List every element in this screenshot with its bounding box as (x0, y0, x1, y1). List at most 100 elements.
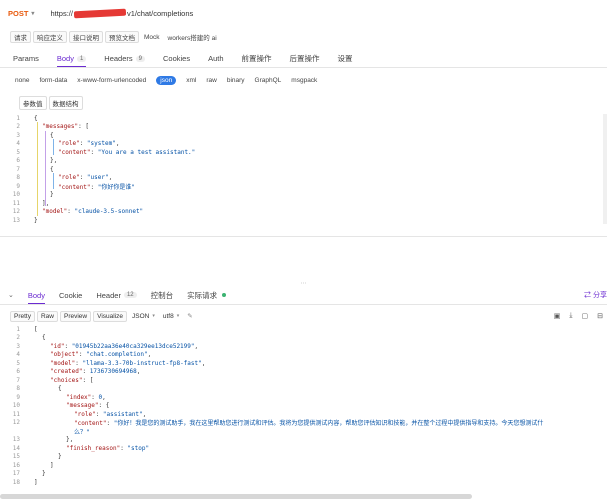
code-line: 8 "role": "user", (0, 174, 607, 182)
code-line: 17} (0, 470, 607, 478)
code-token: } (34, 216, 38, 224)
view-pretty[interactable]: Pretty (10, 310, 35, 322)
chip-preview-doc[interactable]: 预览文档 (105, 31, 139, 43)
line-number: 6 (16, 157, 20, 164)
tab-auth[interactable]: Auth (208, 50, 223, 67)
view-visualize[interactable]: Visualize (93, 310, 128, 322)
code-token: : (67, 208, 75, 215)
body-type-form-data[interactable]: form-data (39, 77, 67, 84)
param-value-button[interactable]: 参数值 (19, 96, 47, 110)
code-text: [ (34, 326, 38, 333)
body-type-msgpack[interactable]: msgpack (291, 77, 317, 84)
code-token: , (147, 351, 152, 358)
code-token: "role" (58, 174, 80, 181)
code-token: "created" (50, 368, 83, 375)
line-number: 1 (16, 114, 20, 122)
code-token: "content" (58, 183, 91, 191)
chip-api-doc[interactable]: 接口说明 (69, 31, 103, 43)
tab-label: Cookies (163, 54, 191, 63)
tab-cookies[interactable]: Cookies (163, 50, 190, 67)
code-token: { (42, 334, 46, 341)
body-type-urlencoded[interactable]: x-www-form-urlencoded (77, 77, 146, 84)
line-number: 10 (12, 191, 20, 198)
line-number: 2 (16, 123, 20, 130)
tab-label: 控制台 (150, 290, 174, 300)
resize-handle[interactable]: ⋯ (301, 280, 307, 287)
body-type-xml[interactable]: xml (186, 77, 196, 84)
chip-workers[interactable]: workers搭建的 ai (165, 31, 220, 43)
code-token: { (50, 165, 54, 173)
data-structure-button[interactable]: 数据结构 (48, 96, 83, 110)
code-token: "model" (50, 359, 76, 367)
encoding-select[interactable]: utf8 ▾ (160, 311, 182, 322)
download-icon[interactable]: ⤓ (569, 312, 572, 320)
body-mode-buttons: 参数值 数据结构 (0, 96, 607, 110)
wrap-icon[interactable]: ⊟ (597, 312, 603, 320)
divider (0, 236, 607, 237)
code-text: { (58, 385, 62, 392)
line-number: 18 (12, 478, 20, 486)
tab-response-body[interactable]: Body (27, 287, 46, 305)
code-text: { (42, 334, 46, 341)
code-text: ] (34, 479, 38, 486)
code-token: "chat.completion" (86, 351, 148, 358)
response-body-viewer[interactable]: 1[2{3 "id": "01945b22aa36e40ca329ee13dce5… (0, 325, 607, 490)
body-type-none[interactable]: none (15, 77, 29, 84)
body-type-raw[interactable]: raw (206, 77, 216, 84)
tab-body[interactable]: Body 1 (56, 50, 87, 68)
copy-icon[interactable]: ▣ (554, 312, 561, 320)
body-type-graphql[interactable]: GraphQL (255, 77, 282, 84)
code-line: 8{ (0, 385, 607, 393)
indent-guide (53, 139, 54, 155)
tab-settings[interactable]: 设置 (338, 50, 353, 67)
tab-actual-request[interactable]: 实际请求 (187, 287, 227, 304)
tab-post-ops[interactable]: 后置操作 (290, 50, 320, 67)
method-select[interactable]: POST ▾ (8, 9, 34, 18)
code-text: "id": "01945b22aa36e40ca329ee13dce52199"… (50, 343, 198, 350)
url-suffix[interactable]: v1/chat/completions (127, 9, 193, 18)
chevron-down-icon[interactable]: ⌄ (8, 291, 14, 299)
chip-response-def[interactable]: 响应定义 (33, 31, 67, 43)
body-type-json[interactable]: json (156, 75, 177, 85)
horizontal-scrollbar[interactable] (0, 494, 472, 499)
tab-response-cookie[interactable]: Cookie (59, 287, 82, 304)
tab-label: 设置 (337, 54, 353, 63)
code-text: "content": "You are a test assistant." (58, 149, 195, 156)
code-token: }, (50, 157, 58, 164)
code-token: : (90, 148, 98, 156)
body-type-binary[interactable]: binary (227, 77, 245, 84)
tab-headers[interactable]: Headers 9 (104, 50, 145, 67)
save-icon[interactable]: ▢ (582, 312, 589, 320)
tab-label: Body (56, 54, 74, 63)
tab-pre-ops[interactable]: 前置操作 (242, 50, 272, 67)
code-token: : (64, 342, 72, 350)
chip-request[interactable]: 请求 (10, 31, 31, 43)
request-body-editor[interactable]: 1{2 "messages": [3{4 "role": "system", 5 "co… (0, 114, 607, 226)
code-text: "message": { (66, 402, 109, 409)
view-raw[interactable]: Raw (36, 310, 58, 322)
indent-guide (53, 173, 54, 189)
line-number: 15 (12, 453, 20, 460)
tab-response-header[interactable]: Header 12 (96, 287, 137, 304)
format-select[interactable]: JSON ▾ (129, 311, 158, 322)
request-tabs: Params Body 1 Headers 9 Cookies Auth 前置操作 … (0, 50, 607, 68)
tab-console[interactable]: 控制台 (151, 287, 174, 304)
editor-scrollbar[interactable] (603, 114, 607, 224)
code-text: "created": 1736730694968, (50, 368, 140, 375)
wand-icon[interactable]: ✎ (184, 311, 195, 322)
code-token: "role" (58, 140, 80, 147)
url-prefix[interactable]: https:// (50, 9, 73, 18)
code-token: : (82, 368, 90, 375)
line-number: 8 (16, 174, 20, 181)
code-line: 10} (0, 191, 607, 199)
code-text: "role": "system", (58, 140, 119, 147)
chip-mock[interactable]: Mock (141, 31, 163, 43)
code-token: "你好！我是您的测试助手，我在这里帮助您进行测试和评估。我将为您提供测试内容，帮… (113, 420, 544, 427)
code-token: , (136, 368, 141, 375)
view-preview[interactable]: Preview (60, 310, 92, 322)
line-number: 3 (16, 131, 20, 139)
share-label: 分享 (593, 292, 607, 299)
code-text: }, (66, 436, 73, 443)
share-button[interactable]: ⇄ 分享 (584, 290, 607, 300)
tab-params[interactable]: Params (13, 50, 39, 67)
